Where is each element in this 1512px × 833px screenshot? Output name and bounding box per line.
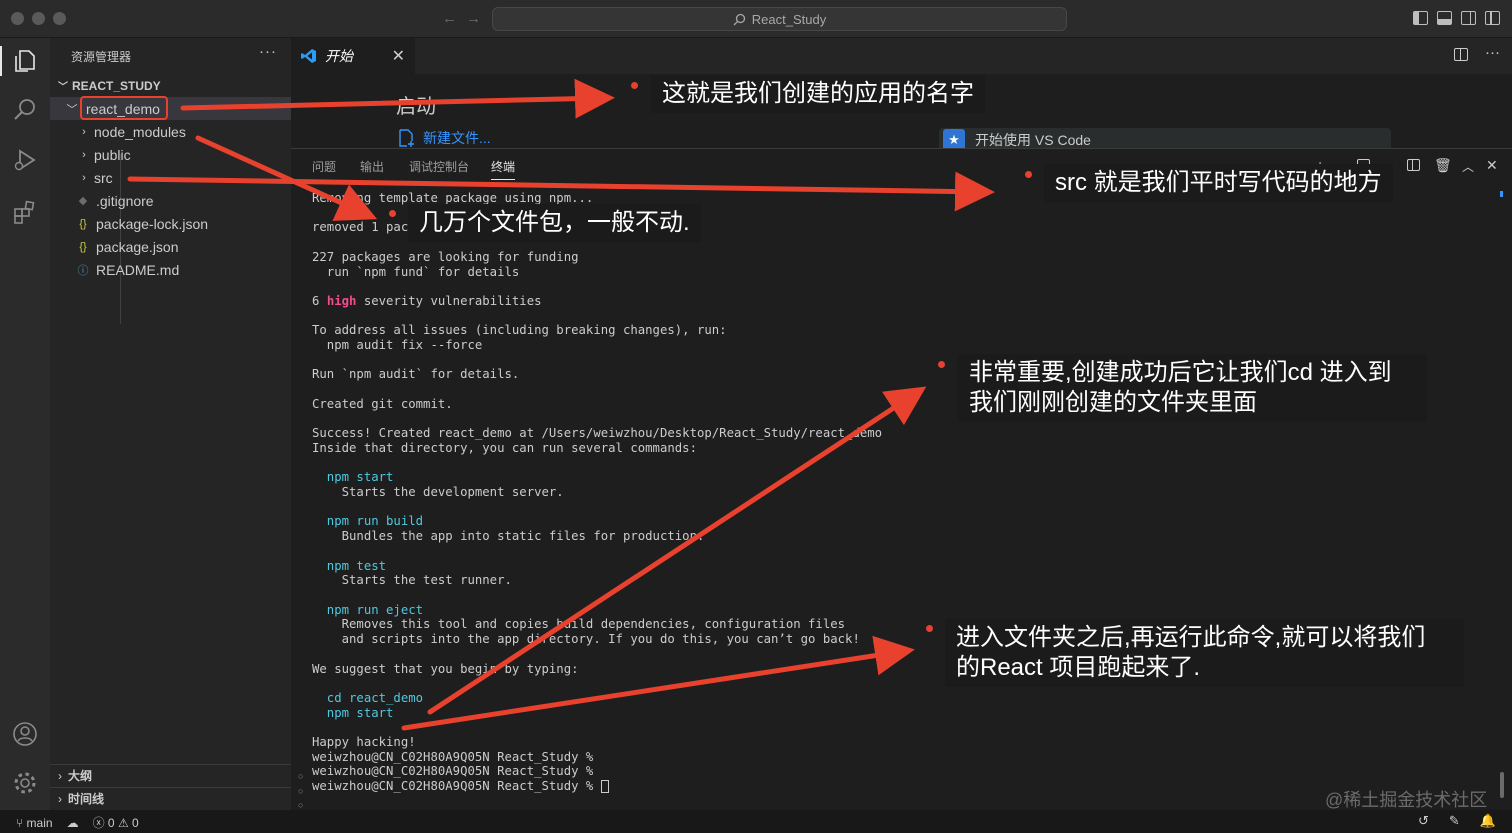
annotation-start-line2: 的React 项目跑起来了. (956, 654, 1201, 681)
annotation-src: src 就是我们平时写代码的地方 (1044, 164, 1393, 202)
annotation-app-name: 这就是我们创建的应用的名字 (651, 75, 985, 113)
annotation-start-line1: 进入文件夹之后,再运行此命令,就可以将我们 (956, 624, 1426, 651)
annotation-cd-line2: 我们刚刚创建的文件夹里面 (969, 389, 1257, 416)
annotation-dot (938, 361, 945, 368)
annotation-dot (631, 82, 638, 89)
annotation-dot (926, 625, 933, 632)
annotation-dot (1025, 171, 1032, 178)
annotation-npm-start: 进入文件夹之后,再运行此命令,就可以将我们 的React 项目跑起来了. (945, 619, 1464, 687)
annotation-dot (389, 210, 396, 217)
annotation-node-modules: 几万个文件包，一般不动. (408, 204, 701, 242)
watermark: @稀土掘金技术社区 (1325, 790, 1488, 810)
annotation-cd-line1: 非常重要,创建成功后它让我们cd 进入到 (969, 359, 1392, 386)
annotation-cd: 非常重要,创建成功后它让我们cd 进入到 我们刚刚创建的文件夹里面 (958, 354, 1427, 422)
